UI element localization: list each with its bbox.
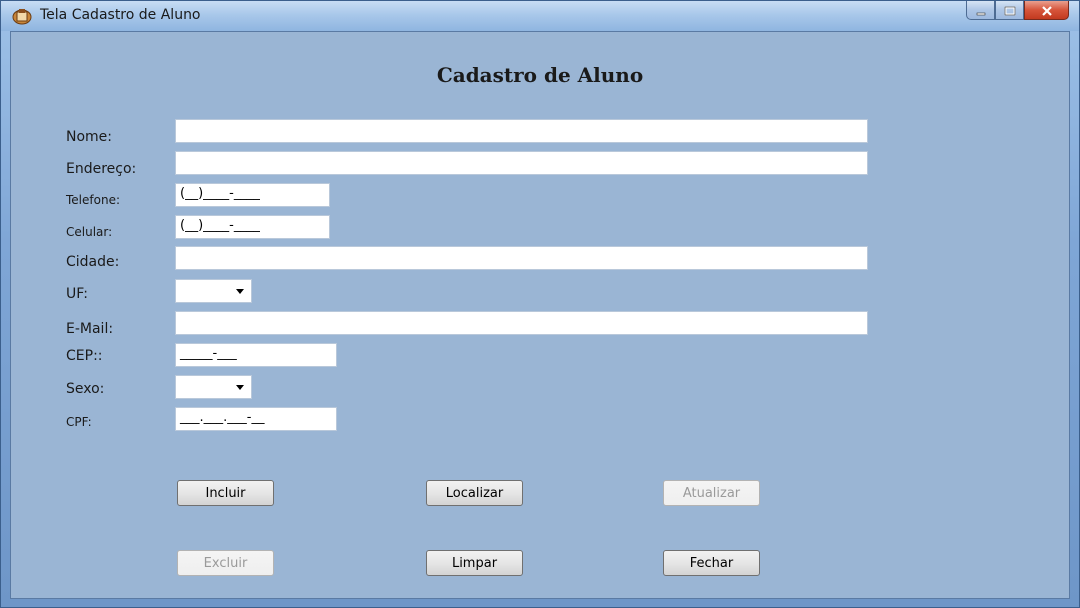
- cidade-label: Cidade:: [66, 254, 120, 270]
- cpf-label: CPF:: [66, 415, 92, 429]
- limpar-button[interactable]: Limpar: [426, 550, 523, 576]
- chevron-down-icon: [236, 289, 244, 294]
- sexo-label: Sexo:: [66, 381, 105, 397]
- localizar-button[interactable]: Localizar: [426, 480, 523, 506]
- telefone-label: Telefone:: [66, 193, 120, 207]
- telefone-field[interactable]: (__)____-____: [175, 183, 330, 207]
- celular-field[interactable]: (__)____-____: [175, 215, 330, 239]
- caption-buttons: [966, 1, 1069, 21]
- uf-label: UF:: [66, 286, 88, 302]
- cep-label: CEP::: [66, 348, 103, 364]
- form-panel: Cadastro de Aluno Nome: Endereço: Telefo…: [10, 31, 1070, 599]
- window-title: Tela Cadastro de Aluno: [40, 7, 201, 23]
- minimize-icon: [976, 1, 986, 20]
- minimize-button[interactable]: [966, 1, 995, 20]
- cpf-field[interactable]: ___.___.___-__: [175, 407, 337, 431]
- maximize-icon: [1004, 1, 1016, 20]
- nome-field[interactable]: [175, 119, 868, 143]
- fechar-button[interactable]: Fechar: [663, 550, 760, 576]
- celular-label: Celular:: [66, 225, 113, 239]
- title-bar[interactable]: Tela Cadastro de Aluno: [1, 1, 1079, 31]
- atualizar-button[interactable]: Atualizar: [663, 480, 760, 506]
- excluir-button[interactable]: Excluir: [177, 550, 274, 576]
- endereco-label: Endereço:: [66, 161, 137, 177]
- endereco-field[interactable]: [175, 151, 868, 175]
- app-icon: [12, 7, 32, 25]
- cep-field[interactable]: _____-___: [175, 343, 337, 367]
- email-field[interactable]: [175, 311, 868, 335]
- sexo-select[interactable]: [175, 375, 252, 399]
- close-button[interactable]: [1024, 1, 1069, 20]
- form-title: Cadastro de Aluno: [436, 63, 644, 87]
- main-window: Tela Cadastro de Aluno Cadastro de Aluno: [0, 0, 1080, 608]
- uf-select[interactable]: [175, 279, 252, 303]
- close-icon: [1041, 1, 1053, 20]
- email-label: E-Mail:: [66, 321, 114, 337]
- maximize-button[interactable]: [995, 1, 1024, 20]
- nome-label: Nome:: [66, 129, 113, 145]
- chevron-down-icon: [236, 385, 244, 390]
- cidade-field[interactable]: [175, 246, 868, 270]
- incluir-button[interactable]: Incluir: [177, 480, 274, 506]
